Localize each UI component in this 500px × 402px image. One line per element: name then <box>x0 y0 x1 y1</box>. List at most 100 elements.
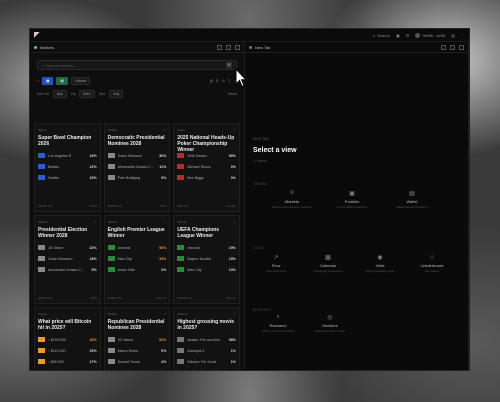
pane-close-icon[interactable] <box>459 44 464 50</box>
reset-filters-link[interactable]: Reset <box>228 92 237 96</box>
layout-icon[interactable]: ▤ <box>451 33 455 38</box>
market-card[interactable]: Soccer ☆ English Premier League Winner A… <box>103 215 171 304</box>
card-footer: $190M Vol May 24 <box>108 296 167 300</box>
outcome-row[interactable]: Seth Davies 99% <box>177 153 236 158</box>
outcome-probability: 19% <box>228 245 236 250</box>
card-title: English Premier League Winner <box>107 227 165 239</box>
outcome-probability: 40% <box>89 337 97 342</box>
outcome-row[interactable]: ↑ $110,000 23% <box>38 348 97 353</box>
filter-vol-value[interactable]: Any <box>52 90 67 98</box>
sort-icon[interactable]: ⇅ <box>216 79 219 83</box>
card-title: UEFA Champions League Winner <box>177 227 220 239</box>
outcome-row[interactable]: Pete Buttigieg 5% <box>107 175 167 180</box>
view-option-leaderboard[interactable]: ☆ Leaderboard Top traders <box>407 254 457 273</box>
bookmark-icon[interactable]: ☆ <box>94 128 97 132</box>
outcome-row[interactable]: Seattle 10% <box>38 175 97 180</box>
outcome-thumbnail <box>38 337 45 342</box>
global-search-button[interactable]: ⌕ Search <box>373 33 390 38</box>
outcome-row[interactable]: ↑ $100,000 40% <box>38 337 97 342</box>
outcome-row[interactable]: Ben Biggs 0% <box>177 175 236 180</box>
settings-icon[interactable]: ⚙ <box>406 33 410 38</box>
outcome-row[interactable]: JD Vance 32% <box>38 245 97 250</box>
outcome-row[interactable]: Gavin Newsom 18% <box>38 256 97 261</box>
sort-select[interactable]: Volume <box>70 77 91 85</box>
bookmark-icon[interactable]: ☆ <box>94 312 97 316</box>
split-icon[interactable] <box>217 44 222 50</box>
market-card[interactable]: Poker ☆ 2025 National Heads-Up Poker Cha… <box>173 123 240 212</box>
outcome-row[interactable]: Michael Rocco 0% <box>177 164 236 169</box>
filter-end-value[interactable]: Any <box>109 90 124 98</box>
expand-icon[interactable] <box>450 44 455 50</box>
outcome-row[interactable]: ↓ $80,000 17% <box>38 359 97 364</box>
market-card[interactable]: Politics ☆ Republican Presidential Nomin… <box>103 307 171 370</box>
outcome-name: Los Angeles R <box>48 153 72 158</box>
outcome-row[interactable]: Alexandria Ocasio-C... 5% <box>38 267 97 272</box>
market-search[interactable]: ⌕ Search markets... ✕ <box>37 60 237 70</box>
filter-list-view[interactable]: ▤ <box>56 77 68 85</box>
global-search-label: Search <box>377 32 390 38</box>
outcome-row[interactable]: Aston Villa 3% <box>107 267 166 272</box>
market-card[interactable]: Politics ☆ Presidential Election Winner … <box>34 215 101 304</box>
card-title: 2025 National Heads-Up Poker Championshi… <box>177 135 235 153</box>
outcome-row[interactable]: Donald Trump 4% <box>107 359 166 364</box>
outcome-row[interactable]: Alexandria Ocasio-C... 11% <box>107 164 166 169</box>
bookmark-icon[interactable]: ☆ <box>233 312 236 316</box>
tab-new-tab[interactable]: New Tab <box>255 45 271 50</box>
outcome-row[interactable]: Arsenal 19% <box>177 245 236 250</box>
filter-liq-value[interactable]: $1k+ <box>79 90 96 98</box>
outcome-row[interactable]: Man City 13% <box>177 267 236 272</box>
outcome-row[interactable]: Zootopia 2 1% <box>177 348 236 353</box>
outcome-row[interactable]: JD Vance 52% <box>107 337 166 342</box>
outcome-row[interactable]: Man City 33% <box>107 256 166 261</box>
tab-markets[interactable]: Markets <box>40 45 54 50</box>
notifications-icon[interactable]: ▣ <box>396 33 400 38</box>
view-option-calendar[interactable]: ▦ Calendar Upcoming resolutions <box>303 254 353 273</box>
market-card[interactable]: Culture ☆ Highest grossing movie in 2025… <box>173 307 240 370</box>
outcome-row[interactable]: Wicked: For Good 1% <box>177 359 236 364</box>
view-option-yield[interactable]: ◉ Yield High-probability yield <box>355 254 405 273</box>
view-option-research[interactable]: ⌕ Research Notes, search & analysis <box>253 314 303 333</box>
bookmark-icon[interactable]: ☆ <box>94 220 97 224</box>
filter-liq-label: Liq <box>70 92 76 96</box>
view-option-wallet[interactable]: ▤ Wallet Balances and transfers <box>387 190 437 209</box>
market-card[interactable]: Crypto ☆ What price will Bitcoin hit in … <box>34 307 101 370</box>
view-option-flow[interactable]: ↗ Flow Live order flow <box>251 254 301 273</box>
bookmark-icon[interactable]: ☆ <box>233 128 236 132</box>
view-option-monitors[interactable]: ◎ Monitors Alerts and watch rules <box>305 314 355 333</box>
view-option-markets[interactable]: ≡ Markets Browse all prediction markets <box>267 190 317 209</box>
filter-grid-view[interactable]: ▦ <box>42 77 54 85</box>
columns-icon[interactable]: ▥ <box>210 79 213 83</box>
outcome-row[interactable]: Buffalo 12% <box>38 164 97 169</box>
outcome-row[interactable]: Gavin Newsom 36% <box>107 153 166 158</box>
view-option-portfolio[interactable]: ▣ Portfolio Your positions and PnL <box>327 190 377 209</box>
filter-all-icon[interactable]: ⌂ <box>37 79 39 83</box>
outcome-row[interactable]: Avatar: Fire and Ash 98% <box>177 337 236 342</box>
pane-close-icon[interactable] <box>235 44 240 50</box>
outcome-row[interactable]: Arsenal 56% <box>107 245 166 250</box>
outcome-probability: 19% <box>89 153 97 158</box>
bookmark-icon[interactable]: ☆ <box>164 220 167 224</box>
card-volume: $320M Vol <box>107 204 122 208</box>
bookmark-icon[interactable]: ☆ <box>164 312 167 316</box>
refresh-icon[interactable]: ↻ <box>222 79 225 83</box>
outcome-thumbnail <box>107 175 115 180</box>
card-volume: $250M Vol <box>38 296 53 300</box>
split-icon[interactable] <box>441 44 446 50</box>
outcome-row[interactable]: Marco Rubio 9% <box>107 348 166 353</box>
market-card[interactable]: Soccer ☆ UEFA Champions League Winner Ar… <box>173 215 240 304</box>
filter-vol-label: 24h Vol <box>37 92 49 96</box>
market-search-input[interactable]: Search markets... <box>45 63 76 68</box>
outcome-row[interactable]: Los Angeles R 19% <box>38 153 97 158</box>
bookmark-icon[interactable]: ☆ <box>164 128 167 132</box>
expand-icon[interactable] <box>226 44 231 50</box>
user-menu[interactable]: 0xf9fb...ac98 <box>415 32 445 38</box>
bookmark-icon[interactable]: ☆ <box>233 220 236 224</box>
market-card[interactable]: Sports ☆ Super Bowl Champion 2026 Los An… <box>34 123 101 212</box>
filter-icon[interactable]: ▽ <box>228 79 231 83</box>
window-menu-icon[interactable]: ⋯ <box>461 33 465 38</box>
card-header: Soccer ☆ <box>108 220 167 224</box>
clear-search-button[interactable]: ✕ <box>226 62 232 68</box>
outcome-probability: 5% <box>161 175 167 180</box>
market-card[interactable]: Politics ☆ Democratic Presidential Nomin… <box>103 123 171 212</box>
outcome-row[interactable]: Bayern Munich 15% <box>177 256 236 261</box>
